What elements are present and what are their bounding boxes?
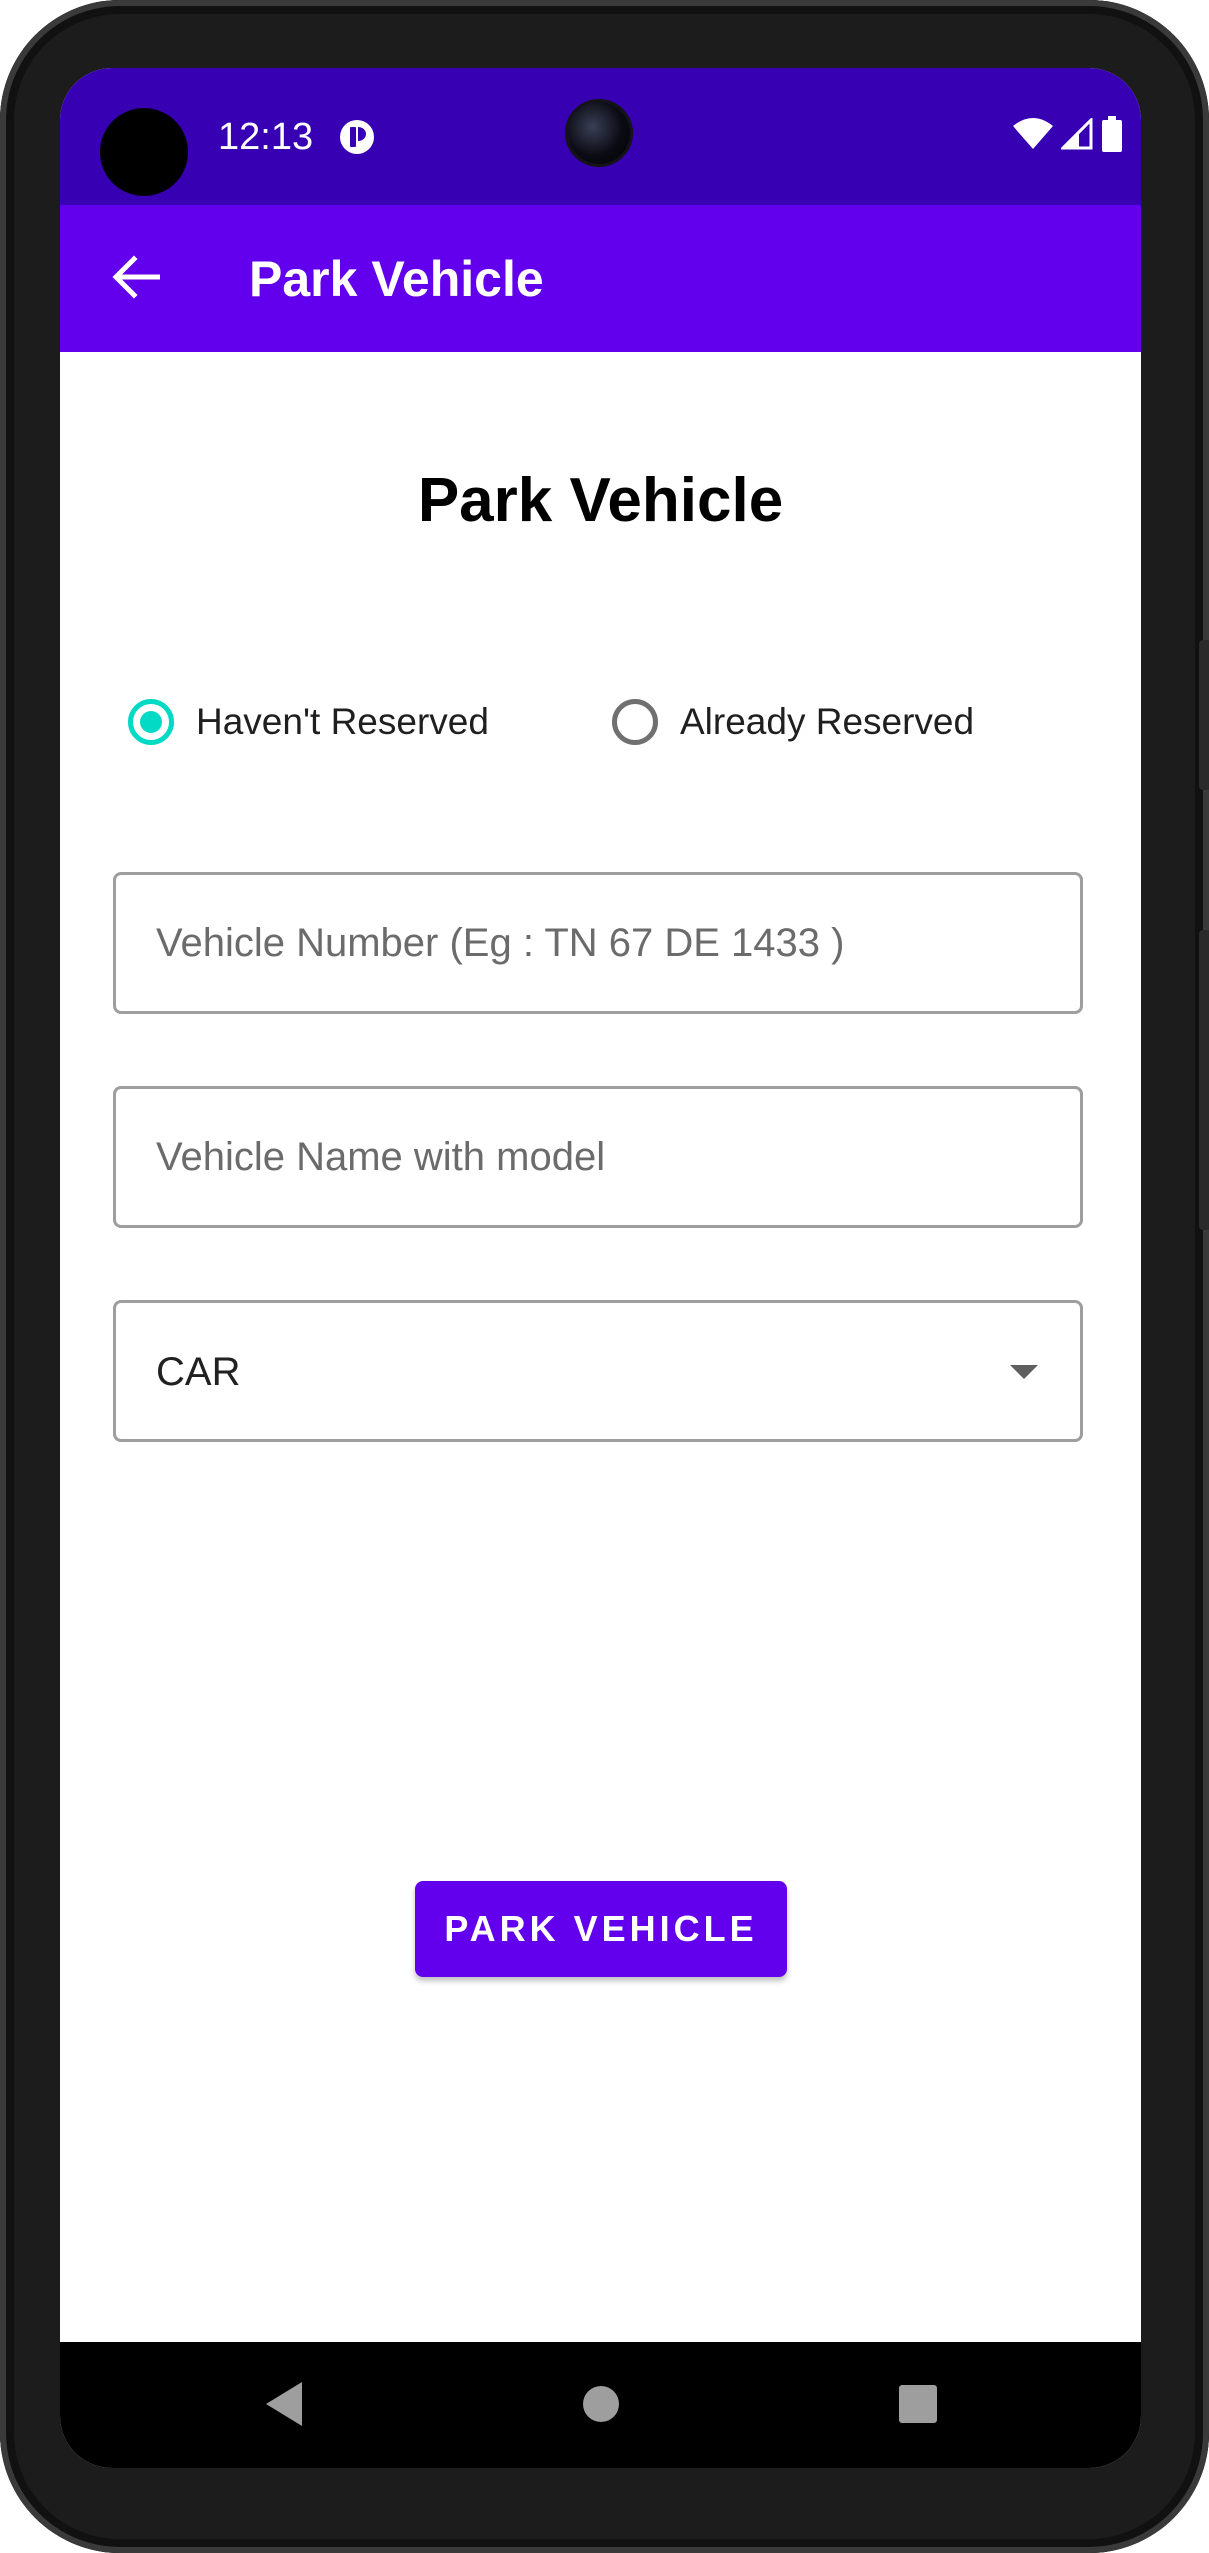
radio-already-reserved[interactable]: Already Reserved [612, 699, 974, 745]
back-button[interactable] [100, 243, 172, 315]
vehicle-name-field[interactable] [113, 1086, 1083, 1228]
vehicle-type-value: CAR [156, 1350, 241, 1394]
screen: 12:13 Park Vehicle Park Vehicle Haven't … [60, 68, 1141, 2468]
wifi-icon [1013, 118, 1053, 155]
app-bar-title: Park Vehicle [249, 251, 544, 307]
vehicle-number-input[interactable] [156, 875, 1036, 1011]
app-bar: Park Vehicle [60, 205, 1141, 352]
signal-icon [1059, 116, 1093, 155]
page-title: Park Vehicle [417, 466, 784, 535]
main-content: Park Vehicle Haven't Reserved Already Re… [60, 352, 1141, 2412]
arrow-left-icon [112, 254, 161, 304]
data-saver-icon [338, 118, 376, 156]
camera-cutout [100, 108, 188, 196]
dropdown-arrow-icon [1010, 1365, 1038, 1379]
front-camera [568, 102, 630, 164]
nav-recents-icon[interactable] [892, 2378, 944, 2435]
status-time: 12:13 [218, 116, 314, 158]
status-bar: 12:13 [60, 68, 1141, 205]
radio-label: Haven't Reserved [196, 701, 489, 742]
radio-button-checked[interactable] [128, 699, 174, 745]
vehicle-number-field[interactable] [113, 872, 1083, 1014]
navigation-bar [60, 2342, 1141, 2468]
power-button [1199, 640, 1209, 790]
device: 12:13 Park Vehicle Park Vehicle Haven't … [0, 0, 1209, 2553]
volume-button [1199, 930, 1209, 1230]
nav-back-icon[interactable] [260, 2378, 308, 2435]
radio-button-unchecked[interactable] [612, 699, 658, 745]
radio-havent-reserved[interactable]: Haven't Reserved [128, 699, 489, 745]
park-vehicle-button[interactable]: PARK VEHICLE [415, 1881, 787, 1977]
vehicle-name-input[interactable] [156, 1089, 1036, 1225]
nav-home-icon[interactable] [575, 2378, 627, 2435]
battery-icon [1101, 116, 1123, 157]
vehicle-type-dropdown[interactable]: CAR [113, 1300, 1083, 1442]
radio-label: Already Reserved [680, 701, 975, 742]
status-icons [1013, 116, 1123, 157]
